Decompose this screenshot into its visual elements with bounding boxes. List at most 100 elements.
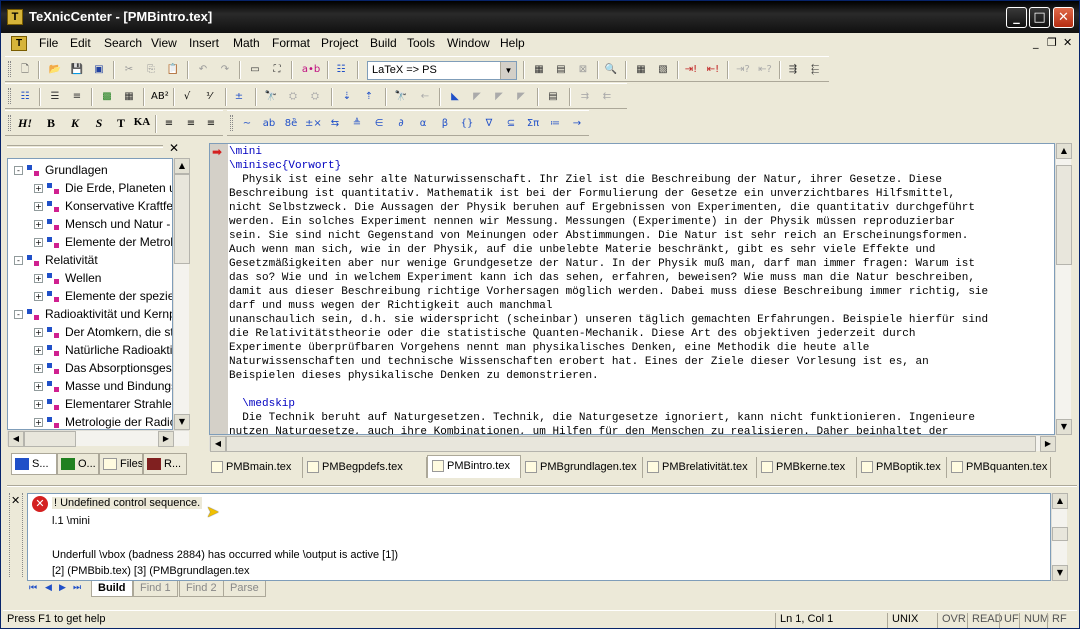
- close-output-icon[interactable]: ✕: [11, 494, 20, 507]
- editor-line[interactable]: \medskip: [229, 397, 988, 411]
- file-tab[interactable]: PMBegpdefs.tex: [303, 457, 427, 478]
- prev-section-icon[interactable]: ⇡: [361, 89, 377, 105]
- scroll-right-icon[interactable]: ▶: [158, 431, 174, 447]
- scroll-down-icon[interactable]: ▼: [1052, 565, 1068, 581]
- expand-icon[interactable]: +: [34, 418, 43, 428]
- math-symbol-icon[interactable]: ∇: [481, 116, 497, 132]
- math-symbol-icon[interactable]: ab: [261, 116, 277, 132]
- menu-file[interactable]: File: [39, 36, 58, 50]
- go-back-icon[interactable]: ←: [417, 89, 433, 105]
- editor-line[interactable]: Beispielen dieses physikalische Denken z…: [229, 369, 988, 383]
- next-error-icon[interactable]: ⇥!: [683, 62, 699, 78]
- scroll-thumb[interactable]: [174, 174, 190, 264]
- expand-icon[interactable]: +: [34, 220, 43, 230]
- document-icon[interactable]: T: [11, 36, 27, 51]
- math-symbol-icon[interactable]: →: [569, 116, 585, 132]
- spell-check-icon[interactable]: ▤: [545, 89, 561, 105]
- math-symbol-icon[interactable]: ±×: [305, 116, 322, 132]
- expand-icon[interactable]: +: [34, 382, 43, 392]
- expand-icon[interactable]: +: [34, 364, 43, 374]
- next-warning-icon[interactable]: ⇥?: [735, 62, 751, 78]
- math-symbol-icon[interactable]: β: [437, 116, 453, 132]
- toolbar-grip[interactable]: [8, 115, 11, 131]
- next-section-icon[interactable]: ⇣: [339, 89, 355, 105]
- open-folder-icon[interactable]: 📂: [47, 62, 63, 78]
- scroll-thumb[interactable]: [1056, 165, 1072, 265]
- collapse-icon[interactable]: -: [14, 166, 23, 176]
- menu-math[interactable]: Math: [233, 36, 260, 50]
- view-output-icon[interactable]: 🔍: [603, 62, 619, 78]
- tree-item[interactable]: - Radioaktivität und Kernp: [14, 307, 172, 325]
- splitter[interactable]: [7, 485, 1077, 487]
- window-icon[interactable]: ▭: [247, 62, 263, 78]
- find-next-icon[interactable]: ⛭: [285, 89, 301, 105]
- prev-badbox-icon[interactable]: ⬱: [807, 62, 823, 78]
- editor-line[interactable]: \mini: [229, 145, 988, 159]
- math-symbol-icon[interactable]: ∂: [393, 116, 409, 132]
- expand-icon[interactable]: +: [34, 328, 43, 338]
- find-icon[interactable]: 🔭: [263, 89, 279, 105]
- file-tab[interactable]: PMBrelativität.tex: [643, 457, 757, 478]
- menu-view[interactable]: View: [151, 36, 177, 50]
- ab-replace-icon[interactable]: a•b: [299, 62, 323, 78]
- editor-line[interactable]: darf und muss wegen der Richtigkeit auch…: [229, 299, 988, 313]
- scroll-up-icon[interactable]: ▲: [174, 158, 190, 174]
- redo-icon[interactable]: ↷: [217, 62, 233, 78]
- first-tab-icon[interactable]: ⏮: [29, 583, 37, 593]
- undo-icon[interactable]: ↶: [195, 62, 211, 78]
- menu-project[interactable]: Project: [321, 36, 358, 50]
- italic-button[interactable]: K: [67, 116, 83, 132]
- tab-files[interactable]: Files: [99, 453, 143, 475]
- output-line[interactable]: Underfull \vbox (badness 2884) has occur…: [52, 549, 398, 561]
- tab-build[interactable]: Build: [91, 581, 133, 597]
- cut-icon[interactable]: ✂: [121, 62, 137, 78]
- expand-icon[interactable]: +: [34, 238, 43, 248]
- structure-tree[interactable]: - Grundlagen + Die Erde, Planeten u + Konserv…: [7, 158, 173, 430]
- menu-format[interactable]: Format: [272, 36, 310, 50]
- math-symbol-icon[interactable]: ⇆: [327, 116, 343, 132]
- scroll-up-icon[interactable]: ▲: [1056, 143, 1072, 159]
- file-tab[interactable]: PMBmain.tex: [207, 457, 303, 478]
- editor-line[interactable]: sein. Sie sind nicht Gegenstand von Mein…: [229, 229, 988, 243]
- tree-item[interactable]: - Grundlagen: [14, 163, 108, 181]
- next-tab-icon[interactable]: ▶: [59, 583, 66, 593]
- prev-error-icon[interactable]: ⇤!: [705, 62, 721, 78]
- editor-line[interactable]: Die Technik beruht auf Naturgesetzen. Te…: [229, 411, 988, 425]
- copy-icon[interactable]: ⎘: [143, 62, 159, 78]
- new-file-icon[interactable]: 🗋: [17, 62, 33, 78]
- editor-line[interactable]: Experimente überprüfbaren Vorgehens nenn…: [229, 341, 988, 355]
- chevron-down-icon[interactable]: ▼: [500, 62, 516, 79]
- menu-window[interactable]: Window: [447, 36, 490, 50]
- tab-objects[interactable]: O...: [57, 453, 99, 475]
- math-symbol-icon[interactable]: {}: [459, 116, 475, 132]
- editor-line[interactable]: werden. Ein solches Experiment nennen wi…: [229, 215, 988, 229]
- menu-insert[interactable]: Insert: [189, 36, 219, 50]
- file-tab[interactable]: PMBgrundlagen.tex: [521, 457, 643, 478]
- editor-line[interactable]: Naturwissenschaften und technische Wisse…: [229, 355, 988, 369]
- tree-item[interactable]: + Der Atomkern, die st: [34, 325, 172, 343]
- insert-picture-icon[interactable]: ▩: [99, 89, 115, 105]
- toolbar-grip[interactable]: [8, 88, 11, 104]
- output-error-line[interactable]: ! Undefined control sequence.: [52, 497, 203, 509]
- editor-horizontal-scrollbar[interactable]: ◀ ▶: [209, 435, 1056, 452]
- editor-pane[interactable]: ➡ \mini \minisec{Vorwort} Physik ist eine…: [209, 143, 1055, 435]
- tree-item[interactable]: + Metrologie der Radic: [34, 415, 172, 429]
- fullscreen-icon[interactable]: ⛶: [269, 62, 285, 78]
- bookmark-prev-icon[interactable]: ◤: [491, 89, 507, 105]
- toolbar-grip[interactable]: [230, 115, 233, 131]
- title-bar[interactable]: T TeXnicCenter - [PMBintro.tex] _ □ ✕: [1, 1, 1079, 33]
- scroll-right-icon[interactable]: ▶: [1040, 436, 1056, 452]
- tab-find-2[interactable]: Find 2: [179, 581, 224, 597]
- enumerate-icon[interactable]: ≡: [69, 89, 85, 105]
- collapse-icon[interactable]: -: [14, 256, 23, 266]
- tree-item[interactable]: + Das Absorptionsges: [34, 361, 172, 379]
- editor-line[interactable]: nicht Selbstzweck. Die Aussagen der Phys…: [229, 201, 988, 215]
- scroll-thumb[interactable]: [24, 431, 76, 447]
- tree-horizontal-scrollbar[interactable]: ◀ ▶: [7, 430, 189, 447]
- tree-item[interactable]: + Konservative Kraftfe: [34, 199, 172, 217]
- scroll-down-icon[interactable]: ▼: [174, 414, 190, 430]
- tree-item[interactable]: + Elemente der spezie: [34, 289, 172, 307]
- editor-line[interactable]: [229, 383, 988, 397]
- small-caps-button[interactable]: KA: [131, 116, 153, 132]
- build-icon[interactable]: ▦: [531, 62, 547, 78]
